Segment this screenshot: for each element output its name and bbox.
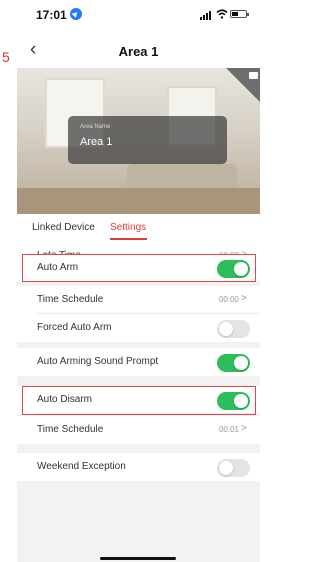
auto-arm-toggle[interactable] (217, 260, 250, 278)
toggle-knob (219, 461, 233, 475)
auto-disarm-row: Auto Disarm (17, 386, 260, 414)
toggle-knob (234, 356, 248, 370)
hero-floor (17, 188, 260, 214)
auto-arm-label: Auto Arm (37, 262, 79, 273)
divider (37, 281, 260, 282)
auto-disarm-toggle[interactable] (217, 392, 250, 410)
toggle-knob (234, 394, 248, 408)
weekend-exception-label: Weekend Exception (37, 461, 126, 472)
forced-auto-arm-row: Forced Auto Arm (17, 314, 260, 342)
forced-auto-arm-label: Forced Auto Arm (37, 322, 112, 333)
auto-disarm-label: Auto Disarm (37, 394, 93, 405)
toggle-knob (234, 262, 248, 276)
chevron-right-icon: > (241, 293, 247, 304)
auto-arming-sound-label: Auto Arming Sound Prompt (37, 356, 159, 367)
auto-arming-sound-toggle[interactable] (217, 354, 250, 372)
status-time: 17:01 (36, 8, 67, 22)
page-title: Area 1 (118, 44, 159, 59)
location-icon (70, 8, 82, 20)
disarm-time-schedule-row[interactable]: Time Schedule 00:01 > (17, 416, 260, 444)
area-name-label: Area Name (80, 124, 111, 130)
image-icon[interactable] (249, 72, 258, 79)
auto-arm-row: Auto Arm (17, 254, 260, 282)
weekend-exception-toggle[interactable] (217, 459, 250, 477)
step-annotation: 5 (2, 49, 10, 65)
arm-time-schedule-row[interactable]: Time Schedule 00:00 > (17, 286, 260, 314)
disarm-time-schedule-value: 00:01 (218, 425, 239, 434)
home-indicator (100, 557, 176, 560)
status-bar: 17:01 (17, 0, 260, 36)
tab-bar: Linked Device Settings (17, 214, 260, 242)
nav-bar: ‹ Area 1 (17, 36, 260, 68)
weekend-exception-row: Weekend Exception (17, 453, 260, 481)
active-tab-indicator (110, 238, 147, 240)
area-name-value: Area 1 (80, 136, 113, 148)
divider (37, 413, 260, 414)
auto-arming-sound-row: Auto Arming Sound Prompt (17, 348, 260, 376)
tab-settings[interactable]: Settings (110, 222, 146, 233)
battery-icon (230, 10, 249, 18)
disarm-time-schedule-label: Time Schedule (37, 424, 104, 435)
arm-time-schedule-value: 00:00 (218, 295, 239, 304)
tab-linked-device[interactable]: Linked Device (32, 222, 95, 233)
area-name-card[interactable]: Area Name Area 1 (68, 116, 227, 164)
wifi-icon (216, 9, 228, 19)
toggle-knob (219, 322, 233, 336)
phone-screen: 17:01 ‹ Area 1 Linked Device Settings La… (17, 0, 260, 562)
cellular-signal-icon (200, 11, 214, 20)
forced-auto-arm-toggle[interactable] (217, 320, 250, 338)
arm-time-schedule-label: Time Schedule (37, 294, 104, 305)
chevron-right-icon: > (241, 423, 247, 434)
